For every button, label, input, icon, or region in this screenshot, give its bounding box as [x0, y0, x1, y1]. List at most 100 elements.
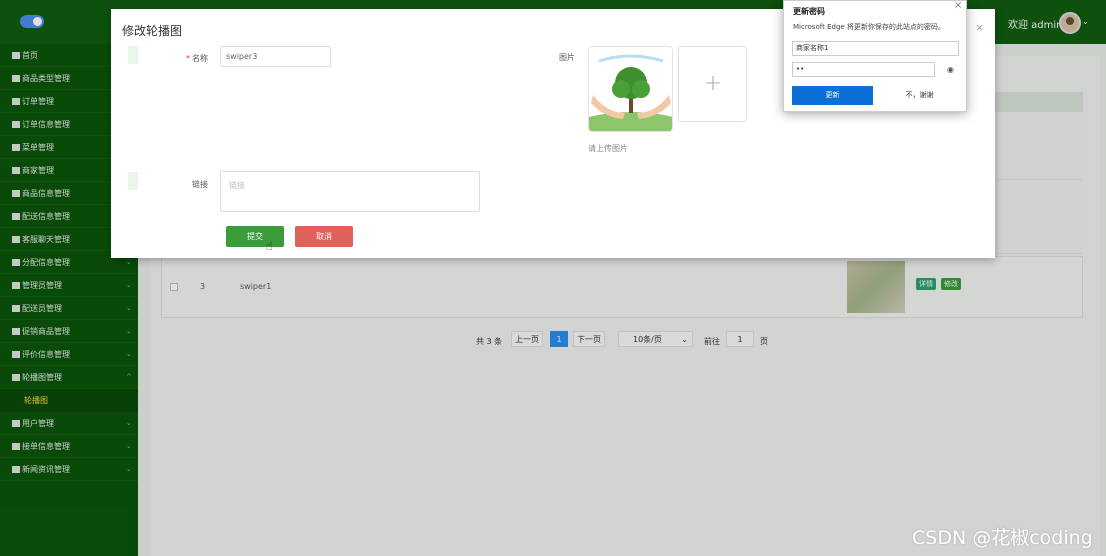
sidebar-item-label: 分配信息管理: [22, 258, 70, 267]
menu-icon: [12, 351, 20, 358]
menu-icon: [12, 259, 20, 266]
sidebar-item[interactable]: 轮播图管理 ^: [0, 366, 138, 389]
plus-icon: +: [703, 71, 723, 96]
password-field[interactable]: ••: [792, 62, 935, 77]
menu-icon: [12, 305, 20, 312]
chevron-down-icon: ⌄: [126, 281, 132, 289]
menu-icon: [12, 52, 20, 59]
sidebar-item[interactable]: 接单信息管理 ⌄: [0, 435, 138, 458]
name-input[interactable]: swiper3: [220, 46, 331, 67]
menu-icon: [12, 328, 20, 335]
menu-icon: [12, 236, 20, 243]
popup-title: 更新密码: [793, 7, 825, 16]
form-stub: [128, 172, 138, 190]
link-textarea[interactable]: 链接: [220, 171, 480, 212]
menu-icon: [12, 98, 20, 105]
tree-hands-image: [589, 47, 672, 131]
row-name: swiper1: [240, 282, 272, 291]
sidebar-item-label: 菜单管理: [22, 143, 54, 152]
goto-page-input[interactable]: 1: [726, 331, 754, 347]
user-avatar[interactable]: [1059, 12, 1081, 34]
hand-cursor-icon: ☝: [265, 239, 273, 254]
cancel-button[interactable]: 取消: [295, 226, 353, 247]
menu-icon: [12, 466, 20, 473]
watermark: CSDN @花椒coding: [912, 527, 1093, 549]
close-icon[interactable]: ×: [975, 21, 984, 34]
chevron-down-icon: ⌄: [126, 442, 132, 450]
sidebar-item[interactable]: 配送员管理 ⌄: [0, 297, 138, 320]
sidebar-item-label: 客服聊天管理: [22, 235, 70, 244]
chevron-down-icon: ⌄: [681, 335, 688, 344]
sidebar-item-label: 轮播图管理: [22, 373, 62, 382]
close-icon[interactable]: ×: [954, 0, 962, 11]
dismiss-button[interactable]: 不，谢谢: [879, 86, 960, 105]
sidebar-item-label: 新闻资讯管理: [22, 465, 70, 474]
table-row: 3 swiper1 详情 修改: [161, 256, 1083, 318]
page-1-button[interactable]: 1: [550, 331, 568, 347]
image-label: 图片: [559, 53, 575, 62]
sidebar-item[interactable]: 用户管理 ⌄: [0, 412, 138, 435]
prev-page-button[interactable]: 上一页: [511, 331, 543, 347]
edit-button[interactable]: 修改: [941, 278, 961, 290]
menu-icon: [12, 75, 20, 82]
sidebar-item-label: 管理员管理: [22, 281, 62, 290]
sidebar-item-label: 促销商品管理: [22, 327, 70, 336]
sidebar-item[interactable]: 新闻资讯管理 ⌄: [0, 458, 138, 481]
detail-button[interactable]: 详情: [916, 278, 936, 290]
chevron-down-icon: ⌄: [126, 304, 132, 312]
row-index: 3: [200, 282, 206, 291]
submit-button[interactable]: 提交: [226, 226, 284, 247]
sidebar-item-label: 订单管理: [22, 97, 54, 106]
eye-icon[interactable]: ◉: [947, 65, 954, 74]
username-field[interactable]: 商家名称1: [792, 41, 959, 56]
chevron-down-icon[interactable]: ⌄: [1082, 17, 1089, 26]
page-size-label: 10条/页: [633, 335, 662, 344]
sidebar-item-label: 接单信息管理: [22, 442, 70, 451]
page-unit: 页: [760, 337, 768, 346]
menu-icon: [12, 190, 20, 197]
image-upload-button[interactable]: +: [678, 46, 747, 122]
sidebar-item-label: 首页: [22, 51, 38, 60]
sidebar-item[interactable]: 管理员管理 ⌄: [0, 274, 138, 297]
page-size-select[interactable]: 10条/页 ⌄: [618, 331, 693, 347]
chevron-down-icon: ⌄: [126, 419, 132, 427]
next-page-button[interactable]: 下一页: [573, 331, 605, 347]
sidebar-item-label: 商品类型管理: [22, 74, 70, 83]
menu-icon: [12, 213, 20, 220]
upload-hint: 请上传图片: [588, 144, 628, 153]
menu-icon: [12, 420, 20, 427]
sidebar-item-label: 配送信息管理: [22, 212, 70, 221]
menu-icon: [12, 282, 20, 289]
name-label: * 名称: [186, 54, 208, 63]
chevron-down-icon: ⌄: [126, 465, 132, 473]
popup-description: Microsoft Edge 将更新你保存的此站点的密码。: [793, 23, 945, 31]
update-password-button[interactable]: 更新: [792, 86, 873, 105]
sidebar-item-label: 商品信息管理: [22, 189, 70, 198]
row-checkbox[interactable]: [170, 283, 178, 291]
sidebar-item-label: 商家管理: [22, 166, 54, 175]
menu-icon: [12, 167, 20, 174]
sidebar-item-label: 评价信息管理: [22, 350, 70, 359]
edge-password-popup: 更新密码 × Microsoft Edge 将更新你保存的此站点的密码。 商家名…: [783, 0, 967, 112]
sidebar-item-label: 配送员管理: [22, 304, 62, 313]
sidebar-item[interactable]: 促销商品管理 ⌄: [0, 320, 138, 343]
sidebar-subitem-carousel[interactable]: 轮播图: [0, 389, 138, 412]
menu-icon: [12, 144, 20, 151]
pagination-total: 共 3 条: [476, 337, 503, 346]
welcome-text: 欢迎 admin: [1008, 20, 1063, 31]
chevron-down-icon: ⌄: [126, 327, 132, 335]
menu-icon: [12, 443, 20, 450]
goto-label: 前往: [704, 337, 720, 346]
link-label: 链接: [192, 180, 208, 189]
sidebar-item-label: 订单信息管理: [22, 120, 70, 129]
dialog-title: 修改轮播图: [122, 24, 183, 38]
menu-icon: [12, 374, 20, 381]
uploaded-image[interactable]: [588, 46, 673, 132]
form-stub: [128, 46, 138, 64]
row-thumbnail: [847, 261, 905, 313]
chevron-up-icon: ^: [126, 373, 132, 381]
chevron-down-icon: ⌄: [126, 350, 132, 358]
sidebar-toggle[interactable]: [20, 15, 44, 28]
sidebar-item[interactable]: 评价信息管理 ⌄: [0, 343, 138, 366]
menu-icon: [12, 121, 20, 128]
